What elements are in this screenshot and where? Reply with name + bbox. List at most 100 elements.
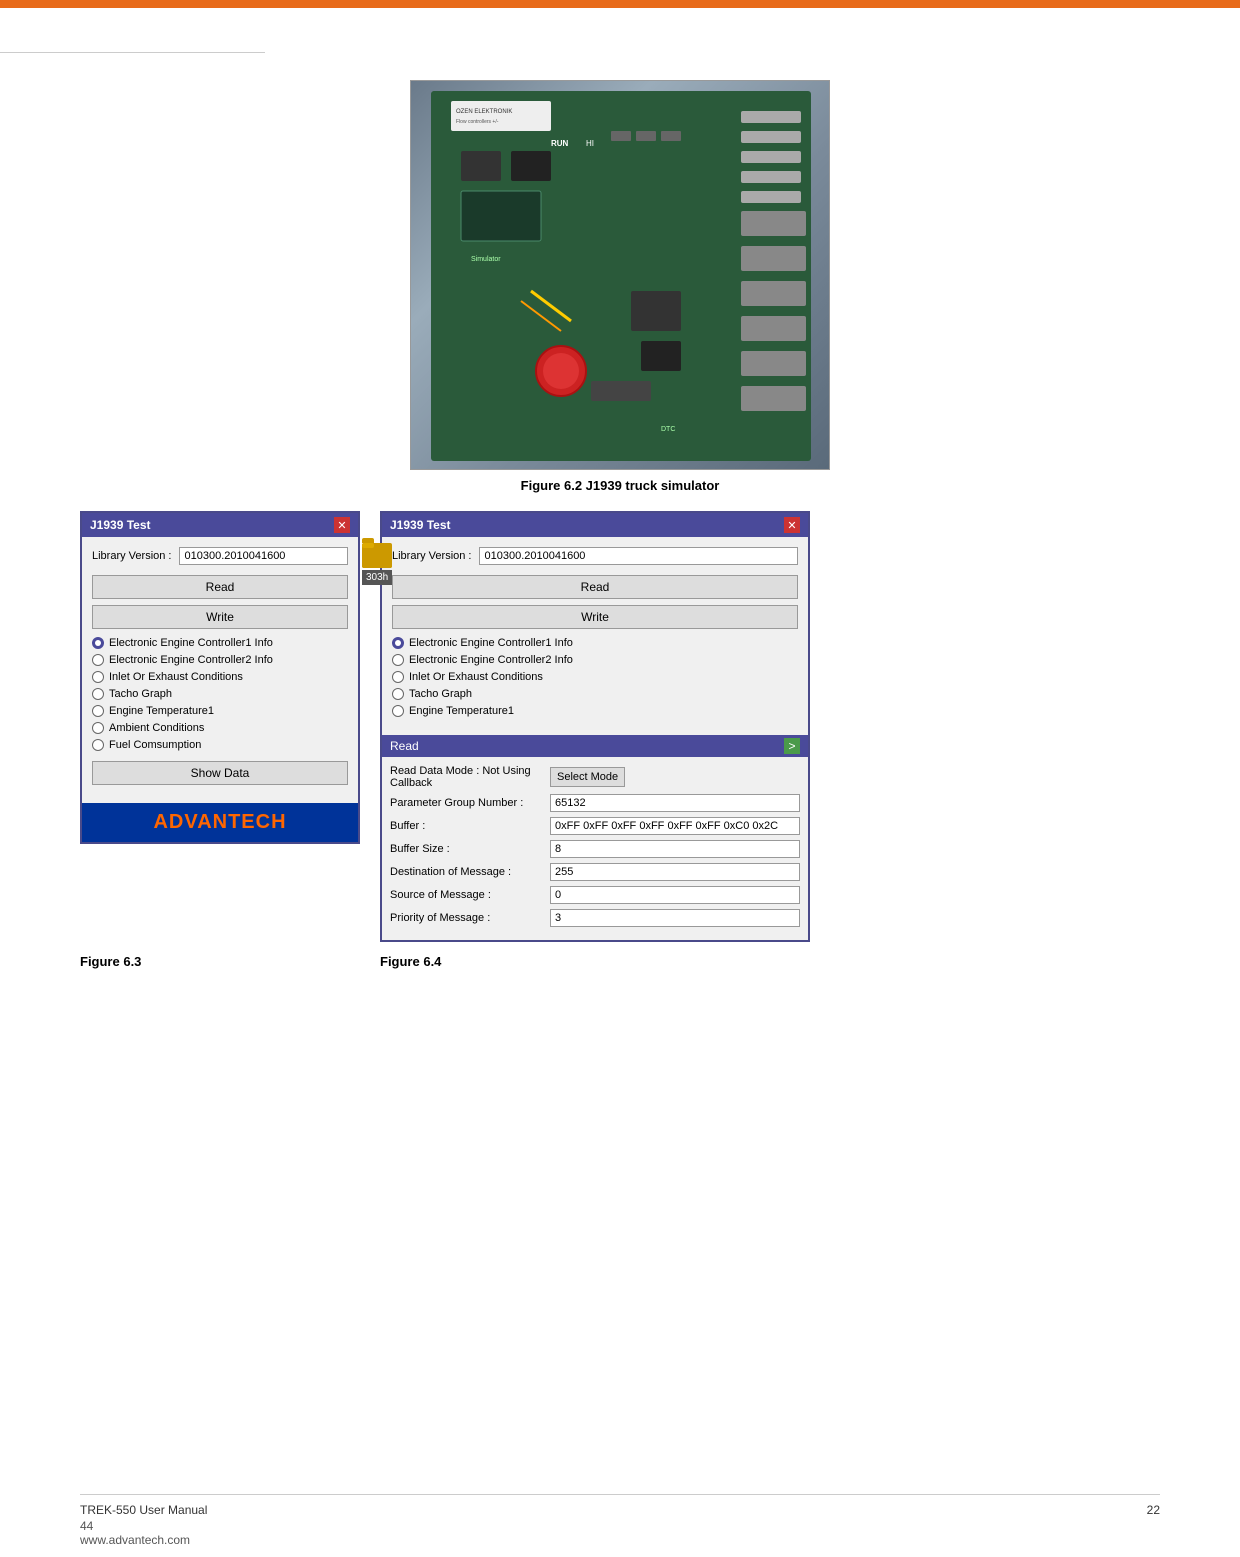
figures-row: J1939 Test ✕ Library Version : 010300.20… — [80, 511, 1160, 942]
pgn-row: Parameter Group Number : 65132 — [390, 794, 800, 812]
library-label-fig3: Library Version : — [92, 550, 171, 562]
advantech-vantech: VANTECH — [184, 811, 286, 833]
svg-text:OZEN ELEKTRONIK: OZEN ELEKTRONIK — [456, 109, 512, 115]
read-section-wrapper: Read > Read Data Mode : Not Using Callba… — [382, 735, 808, 940]
write-button-fig4[interactable]: Write — [392, 605, 798, 629]
radio-item-4-fig4[interactable]: Tacho Graph — [392, 688, 798, 700]
read-expand-button[interactable]: > — [784, 738, 800, 754]
radio-circle-3-fig3 — [92, 671, 104, 683]
footer: TREK-550 User Manual 22 — [80, 1494, 1160, 1517]
radio-circle-2-fig4 — [392, 654, 404, 666]
dialog-fig3: J1939 Test ✕ Library Version : 010300.20… — [80, 511, 360, 844]
radio-label-3-fig3: Inlet Or Exhaust Conditions — [109, 671, 243, 683]
radio-item-5-fig3[interactable]: Engine Temperature1 — [92, 705, 348, 717]
select-mode-button[interactable]: Select Mode — [550, 767, 625, 787]
radio-item-1-fig4[interactable]: Electronic Engine Controller1 Info — [392, 637, 798, 649]
advantech-ad: AD — [153, 811, 184, 833]
radio-item-7-fig3[interactable]: Fuel Comsumption — [92, 739, 348, 751]
advantech-text: ADVANTECH — [153, 811, 286, 833]
footer-manual: TREK-550 User Manual — [80, 1503, 207, 1517]
radio-item-4-fig3[interactable]: Tacho Graph — [92, 688, 348, 700]
radio-circle-6-fig3 — [92, 722, 104, 734]
footer-content: TREK-550 User Manual 22 — [80, 1503, 1160, 1517]
main-content: OZEN ELEKTRONIK Flow controllers +/- — [0, 60, 1240, 989]
destination-label: Destination of Message : — [390, 866, 550, 878]
read-button-fig3[interactable]: Read — [92, 575, 348, 599]
radio-label-5-fig3: Engine Temperature1 — [109, 705, 214, 717]
dialog-fig4-close-button[interactable]: ✕ — [784, 517, 800, 533]
radio-group-fig4: Electronic Engine Controller1 Info Elect… — [392, 637, 798, 717]
footer-page: 22 — [1147, 1503, 1160, 1517]
priority-value: 3 — [550, 909, 800, 927]
figure-6-2-caption: Figure 6.2 J1939 truck simulator — [521, 478, 720, 493]
svg-text:RUN: RUN — [551, 139, 569, 148]
truck-image-inner: OZEN ELEKTRONIK Flow controllers +/- — [411, 81, 829, 469]
radio-label-3-fig4: Inlet Or Exhaust Conditions — [409, 671, 543, 683]
figure-6-3-label: Figure 6.3 — [80, 954, 360, 969]
svg-text:DTC: DTC — [661, 426, 675, 433]
buffer-size-label: Buffer Size : — [390, 843, 550, 855]
source-row: Source of Message : 0 — [390, 886, 800, 904]
pgn-value: 65132 — [550, 794, 800, 812]
read-button-fig4[interactable]: Read — [392, 575, 798, 599]
radio-circle-7-fig3 — [92, 739, 104, 751]
dialog-fig4-title: J1939 Test — [390, 518, 451, 532]
read-data-mode-label: Read Data Mode : Not Using Callback — [390, 765, 550, 789]
radio-item-6-fig3[interactable]: Ambient Conditions — [92, 722, 348, 734]
radio-label-6-fig3: Ambient Conditions — [109, 722, 204, 734]
write-button-fig3[interactable]: Write — [92, 605, 348, 629]
radio-label-7-fig3: Fuel Comsumption — [109, 739, 201, 751]
radio-item-2-fig4[interactable]: Electronic Engine Controller2 Info — [392, 654, 798, 666]
circuit-board: OZEN ELEKTRONIK Flow controllers +/- — [431, 91, 809, 459]
footer-divider — [80, 1494, 1160, 1495]
read-data-mode-row: Read Data Mode : Not Using Callback Sele… — [390, 765, 800, 789]
radio-group-fig3: Electronic Engine Controller1 Info Elect… — [92, 637, 348, 751]
dialog-fig4-title-bar: J1939 Test ✕ — [382, 513, 808, 537]
radio-circle-5-fig4 — [392, 705, 404, 717]
radio-item-3-fig4[interactable]: Inlet Or Exhaust Conditions — [392, 671, 798, 683]
buffer-size-value: 8 — [550, 840, 800, 858]
top-orange-bar — [0, 0, 1240, 8]
radio-label-4-fig4: Tacho Graph — [409, 688, 472, 700]
radio-circle-2-fig3 — [92, 654, 104, 666]
figure-6-4-label: Figure 6.4 — [380, 954, 1160, 969]
library-value-fig3: 010300.2010041600 — [179, 547, 348, 565]
destination-row: Destination of Message : 255 — [390, 863, 800, 881]
figure-6-3-container: J1939 Test ✕ Library Version : 010300.20… — [80, 511, 360, 942]
radio-label-2-fig4: Electronic Engine Controller2 Info — [409, 654, 573, 666]
radio-circle-3-fig4 — [392, 671, 404, 683]
dialog-fig4: J1939 Test ✕ Library Version : 010300.20… — [380, 511, 810, 942]
priority-label: Priority of Message : — [390, 912, 550, 924]
advantech-banner: ADVANTECH — [82, 803, 358, 842]
svg-text:HI: HI — [586, 139, 594, 148]
source-label: Source of Message : — [390, 889, 550, 901]
figure-labels-row: Figure 6.3 Figure 6.4 — [80, 954, 1160, 969]
dialog-fig3-title: J1939 Test — [90, 518, 151, 532]
radio-circle-5-fig3 — [92, 705, 104, 717]
radio-item-3-fig3[interactable]: Inlet Or Exhaust Conditions — [92, 671, 348, 683]
truck-simulator-image: OZEN ELEKTRONIK Flow controllers +/- — [410, 80, 830, 470]
radio-item-1-fig3[interactable]: Electronic Engine Controller1 Info — [92, 637, 348, 649]
footer-page-num: 44 — [80, 1519, 190, 1533]
show-data-button-fig3[interactable]: Show Data — [92, 761, 348, 785]
dialog-fig4-body: Library Version : 010300.2010041600 Read… — [382, 537, 808, 735]
figure-6-4-container: 303h J1939 Test ✕ Library Version : 0103… — [380, 511, 1160, 942]
folder-area: 303h — [362, 543, 392, 585]
priority-row: Priority of Message : 3 — [390, 909, 800, 927]
radio-label-1-fig3: Electronic Engine Controller1 Info — [109, 637, 273, 649]
svg-text:Flow controllers +/-: Flow controllers +/- — [456, 119, 499, 125]
source-value: 0 — [550, 886, 800, 904]
svg-text:Simulator: Simulator — [471, 256, 501, 263]
radio-label-5-fig4: Engine Temperature1 — [409, 705, 514, 717]
library-value-fig4: 010300.2010041600 — [479, 547, 798, 565]
read-section-inner: Read Data Mode : Not Using Callback Sele… — [382, 757, 808, 940]
buffer-value: 0xFF 0xFF 0xFF 0xFF 0xFF 0xFF 0xC0 0x2C — [550, 817, 800, 835]
radio-item-2-fig3[interactable]: Electronic Engine Controller2 Info — [92, 654, 348, 666]
dialog-fig3-close-button[interactable]: ✕ — [334, 517, 350, 533]
pgn-label: Parameter Group Number : — [390, 797, 550, 809]
library-row-fig4: Library Version : 010300.2010041600 — [392, 547, 798, 565]
read-section-header: Read > — [382, 735, 808, 757]
radio-label-2-fig3: Electronic Engine Controller2 Info — [109, 654, 273, 666]
folder-icon[interactable] — [362, 543, 392, 568]
radio-item-5-fig4[interactable]: Engine Temperature1 — [392, 705, 798, 717]
